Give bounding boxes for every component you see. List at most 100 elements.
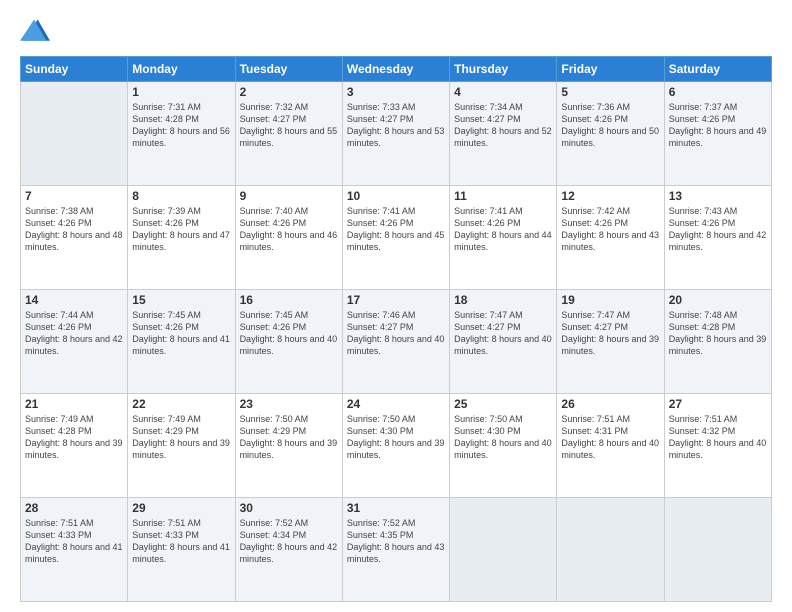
calendar-cell: 15Sunrise: 7:45 AMSunset: 4:26 PMDayligh…	[128, 290, 235, 394]
day-number: 10	[347, 189, 445, 203]
day-number: 2	[240, 85, 338, 99]
sunrise-label: Sunrise: 7:41 AM	[347, 206, 416, 216]
daylight-label: Daylight: 8 hours and 39 minutes.	[347, 438, 445, 460]
day-info: Sunrise: 7:47 AMSunset: 4:27 PMDaylight:…	[561, 309, 659, 358]
week-row-1: 1Sunrise: 7:31 AMSunset: 4:28 PMDaylight…	[21, 82, 772, 186]
weekday-header-saturday: Saturday	[664, 57, 771, 82]
day-number: 17	[347, 293, 445, 307]
sunset-label: Sunset: 4:30 PM	[347, 426, 414, 436]
daylight-label: Daylight: 8 hours and 42 minutes.	[25, 334, 123, 356]
day-info: Sunrise: 7:42 AM Sunset: 4:26 PM Daylight:…	[561, 205, 659, 254]
daylight-label: Daylight: 8 hours and 40 minutes.	[561, 438, 659, 460]
calendar: SundayMondayTuesdayWednesdayThursdayFrid…	[20, 56, 772, 602]
daylight-label: Daylight: 8 hours and 47 minutes.	[132, 230, 230, 252]
day-number: 8	[132, 189, 230, 203]
daylight-label: Daylight: 8 hours and 48 minutes.	[25, 230, 123, 252]
daylight-label: Daylight: 8 hours and 55 minutes.	[240, 126, 338, 148]
day-info: Sunrise: 7:51 AMSunset: 4:31 PMDaylight:…	[561, 413, 659, 462]
calendar-cell	[557, 498, 664, 602]
calendar-cell: 9Sunrise: 7:40 AMSunset: 4:26 PMDaylight…	[235, 186, 342, 290]
day-info: Sunrise: 7:51 AMSunset: 4:33 PMDaylight:…	[132, 517, 230, 566]
day-number: 22	[132, 397, 230, 411]
sunrise-label: Sunrise: 7:47 AM	[561, 310, 630, 320]
day-info: Sunrise: 7:43 AMSunset: 4:26 PMDaylight:…	[669, 205, 767, 254]
sunrise-label: Sunrise: 7:52 AM	[240, 518, 309, 528]
sunrise-label: Sunrise: 7:40 AM	[240, 206, 309, 216]
daylight-label: Daylight: 8 hours and 56 minutes.	[132, 126, 230, 148]
day-info: Sunrise: 7:32 AMSunset: 4:27 PMDaylight:…	[240, 101, 338, 150]
day-number: 1	[132, 85, 230, 99]
day-info: Sunrise: 7:41 AMSunset: 4:26 PMDaylight:…	[347, 205, 445, 254]
day-info: Sunrise: 7:47 AMSunset: 4:27 PMDaylight:…	[454, 309, 552, 358]
daylight-label: Daylight: 8 hours and 53 minutes.	[347, 126, 445, 148]
daylight-label: Daylight: 8 hours and 39 minutes.	[132, 438, 230, 460]
calendar-cell: 22Sunrise: 7:49 AMSunset: 4:29 PMDayligh…	[128, 394, 235, 498]
day-number: 18	[454, 293, 552, 307]
day-number: 19	[561, 293, 659, 307]
calendar-cell: 26 Sunrise: 7:51 AMSunset: 4:31 PMDayligh…	[557, 394, 664, 498]
sunrise-label: Sunrise: 7:42 AM	[561, 206, 630, 216]
week-row-4: 21Sunrise: 7:49 AMSunset: 4:28 PMDayligh…	[21, 394, 772, 498]
day-number: 23	[240, 397, 338, 411]
sunset-label: Sunset: 4:26 PM	[132, 218, 199, 228]
sunset-label: Sunset: 4:27 PM	[347, 114, 414, 124]
calendar-cell: 19 Sunrise: 7:47 AMSunset: 4:27 PMDayligh…	[557, 290, 664, 394]
day-info: Sunrise: 7:48 AMSunset: 4:28 PMDaylight:…	[669, 309, 767, 358]
sunset-label: Sunset: 4:26 PM	[25, 322, 92, 332]
day-number: 5	[561, 85, 659, 99]
sunrise-label: Sunrise: 7:37 AM	[669, 102, 738, 112]
sunset-label: Sunset: 4:30 PM	[454, 426, 521, 436]
weekday-header-sunday: Sunday	[21, 57, 128, 82]
day-number: 7	[25, 189, 123, 203]
week-row-3: 14Sunrise: 7:44 AMSunset: 4:26 PMDayligh…	[21, 290, 772, 394]
day-number: 15	[132, 293, 230, 307]
daylight-label: Daylight: 8 hours and 42 minutes.	[240, 542, 338, 564]
sunrise-label: Sunrise: 7:34 AM	[454, 102, 523, 112]
day-number: 13	[669, 189, 767, 203]
calendar-cell: 13 Sunrise: 7:43 AMSunset: 4:26 PMDayligh…	[664, 186, 771, 290]
day-info: Sunrise: 7:37 AMSunset: 4:26 PMDaylight:…	[669, 101, 767, 150]
sunset-label: Sunset: 4:33 PM	[25, 530, 92, 540]
sunset-label: Sunset: 4:28 PM	[132, 114, 199, 124]
sunset-label: Sunset: 4:26 PM	[669, 114, 736, 124]
day-number: 20	[669, 293, 767, 307]
daylight-label: Daylight: 8 hours and 40 minutes.	[240, 334, 338, 356]
day-number: 26	[561, 397, 659, 411]
sunrise-label: Sunrise: 7:39 AM	[132, 206, 201, 216]
sunset-label: Sunset: 4:29 PM	[132, 426, 199, 436]
sunset-label: Sunset: 4:28 PM	[669, 322, 736, 332]
daylight-label: Daylight: 8 hours and 43 minutes.	[561, 230, 659, 252]
day-number: 30	[240, 501, 338, 515]
calendar-cell: 20 Sunrise: 7:48 AMSunset: 4:28 PMDayligh…	[664, 290, 771, 394]
daylight-label: Daylight: 8 hours and 41 minutes.	[132, 334, 230, 356]
calendar-cell: 7Sunrise: 7:38 AMSunset: 4:26 PMDaylight…	[21, 186, 128, 290]
day-info: Sunrise: 7:39 AM Sunset: 4:26 PM Daylight:…	[132, 205, 230, 254]
day-number: 25	[454, 397, 552, 411]
weekday-header-friday: Friday	[557, 57, 664, 82]
day-info: Sunrise: 7:34 AMSunset: 4:27 PMDaylight:…	[454, 101, 552, 150]
calendar-cell: 1Sunrise: 7:31 AMSunset: 4:28 PMDaylight…	[128, 82, 235, 186]
sunrise-label: Sunrise: 7:51 AM	[669, 414, 738, 424]
sunrise-label: Sunrise: 7:46 AM	[347, 310, 416, 320]
day-number: 11	[454, 189, 552, 203]
sunset-label: Sunset: 4:27 PM	[347, 322, 414, 332]
page: SundayMondayTuesdayWednesdayThursdayFrid…	[0, 0, 792, 612]
calendar-cell: 3Sunrise: 7:33 AMSunset: 4:27 PMDaylight…	[342, 82, 449, 186]
sunset-label: Sunset: 4:26 PM	[561, 218, 628, 228]
day-number: 29	[132, 501, 230, 515]
sunset-label: Sunset: 4:34 PM	[240, 530, 307, 540]
day-info: Sunrise: 7:52 AM Sunset: 4:34 PM Daylight:…	[240, 517, 338, 566]
sunrise-label: Sunrise: 7:43 AM	[669, 206, 738, 216]
sunset-label: Sunset: 4:26 PM	[132, 322, 199, 332]
sunrise-label: Sunrise: 7:51 AM	[132, 518, 201, 528]
day-number: 16	[240, 293, 338, 307]
daylight-label: Daylight: 8 hours and 43 minutes.	[347, 542, 445, 564]
sunset-label: Sunset: 4:26 PM	[240, 218, 307, 228]
daylight-label: Daylight: 8 hours and 45 minutes.	[347, 230, 445, 252]
weekday-header-tuesday: Tuesday	[235, 57, 342, 82]
calendar-cell: 30 Sunrise: 7:52 AM Sunset: 4:34 PM Dayligh…	[235, 498, 342, 602]
day-info: Sunrise: 7:50 AMSunset: 4:30 PMDaylight:…	[454, 413, 552, 462]
sunset-label: Sunset: 4:28 PM	[25, 426, 92, 436]
daylight-label: Daylight: 8 hours and 50 minutes.	[561, 126, 659, 148]
day-number: 3	[347, 85, 445, 99]
